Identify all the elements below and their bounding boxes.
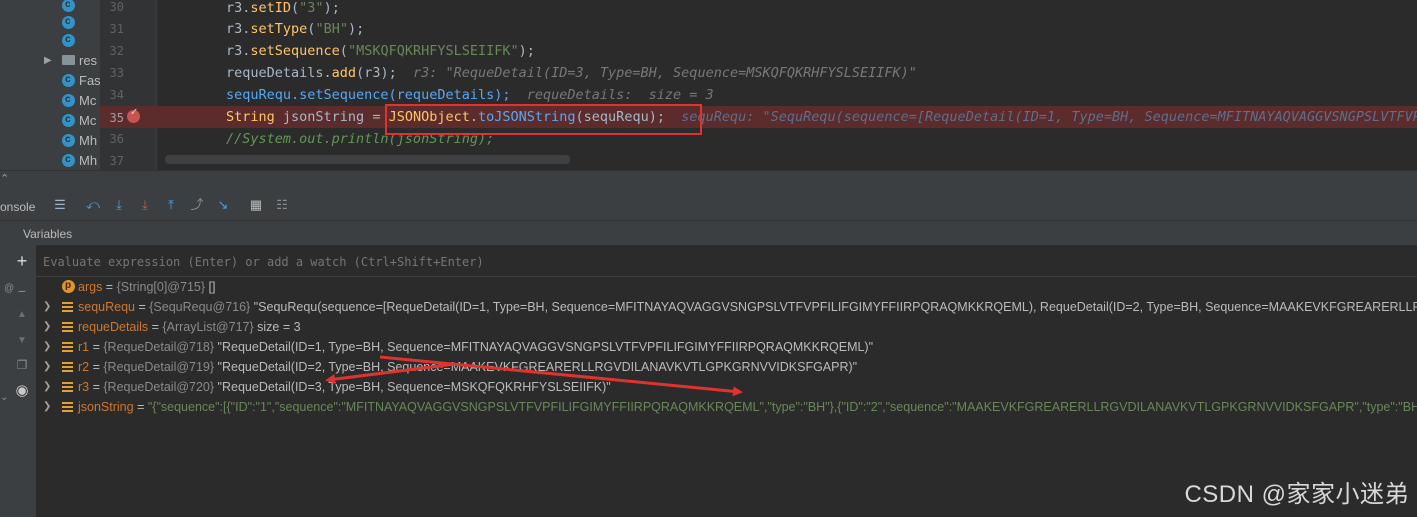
class-icon bbox=[62, 0, 75, 15]
code-line[interactable]: r3.setType("BH"); bbox=[226, 18, 364, 40]
class-icon bbox=[62, 110, 75, 130]
line-number-current: 35 bbox=[109, 111, 124, 125]
evaluate-expression-input[interactable] bbox=[43, 255, 743, 269]
inline-debug-hint: r3: "RequeDetail(ID=3, Type=BH, Sequence… bbox=[412, 65, 917, 81]
chevron-right-icon[interactable]: ❯ bbox=[43, 357, 53, 377]
line-number: 33 bbox=[109, 66, 124, 80]
menu-icon[interactable]: ☰ bbox=[52, 197, 68, 213]
field-icon bbox=[62, 382, 73, 392]
watermark: CSDN @家家小迷弟 bbox=[1184, 481, 1409, 508]
variable-row-sequRequ[interactable]: ❯ sequRequ = {SequRequ@716} "SequRequ(se… bbox=[36, 297, 1417, 317]
annotation-box bbox=[385, 104, 702, 135]
chevron-down-icon[interactable]: ⌄ bbox=[0, 392, 8, 403]
tab-console[interactable]: onsole bbox=[0, 200, 35, 214]
variable-row-requeDetails[interactable]: ❯ requeDetails = {ArrayList@717} size = … bbox=[36, 317, 1417, 337]
variable-row-r3[interactable]: ❯ r3 = {RequeDetail@720} "RequeDetail(ID… bbox=[36, 377, 1417, 397]
at-icon: @ bbox=[4, 283, 15, 294]
code-line[interactable]: r3.setID("3"); bbox=[226, 0, 340, 19]
chevron-up-icon[interactable]: ⌃ bbox=[0, 172, 9, 185]
chevron-right-icon[interactable]: ❯ bbox=[43, 397, 53, 417]
variable-row-r1[interactable]: ❯ r1 = {RequeDetail@718} "RequeDetail(ID… bbox=[36, 337, 1417, 357]
chevron-right-icon[interactable]: ❯ bbox=[43, 317, 53, 337]
chevron-right-icon[interactable]: ❯ bbox=[43, 297, 53, 317]
fold-guide bbox=[155, 0, 156, 170]
field-icon bbox=[62, 362, 73, 372]
code-editor[interactable]: ▶res Fas Mc Mc Mh Mh 30 31 32 33 34 36 3… bbox=[0, 0, 1417, 170]
line-number: 34 bbox=[109, 88, 124, 102]
line-number: 37 bbox=[109, 154, 124, 168]
eye-icon[interactable]: ◉ bbox=[14, 383, 30, 399]
field-icon bbox=[62, 302, 73, 312]
code-line[interactable]: sequRequ.setSequence(requeDetails); requ… bbox=[226, 84, 714, 106]
step-out-icon[interactable]: ⤒ bbox=[163, 197, 179, 213]
tool-window-divider[interactable] bbox=[0, 170, 1417, 193]
field-icon bbox=[62, 322, 73, 332]
field-icon bbox=[62, 402, 73, 412]
parameter-icon bbox=[62, 277, 75, 296]
add-watch-icon[interactable]: + bbox=[14, 252, 30, 270]
check-icon: ✓ bbox=[130, 107, 139, 118]
class-icon bbox=[62, 130, 75, 150]
chevron-right-icon[interactable]: ▶ bbox=[44, 51, 52, 71]
move-down-icon[interactable]: ▼ bbox=[14, 333, 30, 349]
field-icon bbox=[62, 342, 73, 352]
class-icon bbox=[62, 70, 75, 90]
chevron-right-icon[interactable]: ❯ bbox=[43, 337, 53, 357]
inline-debug-hint: sequRequ: "SequRequ(sequence=[RequeDetai… bbox=[681, 109, 1417, 125]
project-tree[interactable]: ▶res Fas Mc Mc Mh Mh bbox=[0, 0, 100, 170]
inline-debug-hint: requeDetails: size = 3 bbox=[526, 87, 714, 103]
force-step-into-icon[interactable]: ⤓ bbox=[137, 197, 153, 213]
evaluate-expression-icon[interactable]: ▦ bbox=[248, 197, 264, 213]
variable-row-args[interactable]: args = {String[0]@715} [] bbox=[36, 277, 1417, 297]
debug-toolbar bbox=[0, 192, 1417, 221]
line-number: 32 bbox=[109, 44, 124, 58]
variable-row-jsonString[interactable]: ❯ jsonString = "{"sequence":[{"ID":"1","… bbox=[36, 397, 1417, 417]
move-up-icon[interactable]: ▲ bbox=[14, 307, 30, 323]
line-gutter[interactable]: 30 31 32 33 34 36 37 bbox=[100, 0, 158, 170]
show-execution-point-icon[interactable]: ⤺ bbox=[85, 197, 101, 213]
code-line[interactable]: r3.setSequence("MSKQFQKRHFYSLSEIIFK"); bbox=[226, 40, 535, 62]
step-over-icon[interactable]: ⤓ bbox=[111, 197, 127, 213]
remove-watch-icon[interactable]: − bbox=[14, 283, 30, 299]
horizontal-scrollbar[interactable] bbox=[165, 155, 570, 164]
drop-frame-icon[interactable]: ⤴ bbox=[189, 197, 205, 213]
variable-row-r2[interactable]: ❯ r2 = {RequeDetail@719} "RequeDetail(ID… bbox=[36, 357, 1417, 377]
copy-icon[interactable]: ❐ bbox=[14, 357, 30, 373]
line-number: 30 bbox=[109, 0, 124, 14]
code-line[interactable]: requeDetails.add(r3); r3: "RequeDetail(I… bbox=[226, 62, 917, 84]
variables-title: Variables bbox=[23, 227, 73, 241]
chevron-right-icon[interactable]: ❯ bbox=[43, 377, 53, 397]
class-icon bbox=[62, 30, 75, 50]
line-number: 36 bbox=[109, 132, 124, 146]
run-to-cursor-icon[interactable]: ↘ bbox=[215, 197, 231, 213]
class-icon bbox=[62, 12, 75, 32]
variables-header bbox=[0, 221, 1417, 246]
class-icon bbox=[62, 150, 75, 170]
trace-stream-icon[interactable]: ☷ bbox=[274, 197, 290, 213]
line-number: 31 bbox=[109, 22, 124, 36]
folder-icon bbox=[62, 55, 75, 65]
class-icon bbox=[62, 90, 75, 110]
